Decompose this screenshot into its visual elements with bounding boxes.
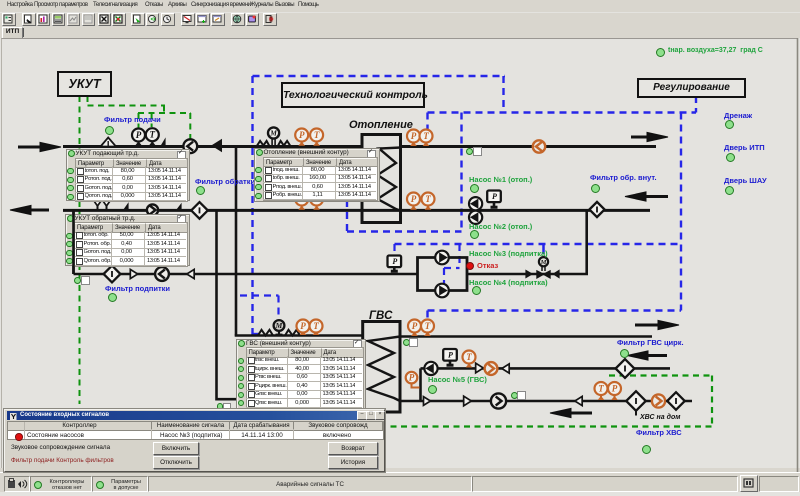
svg-text:T: T [425,194,431,204]
svg-text:P: P [409,372,415,382]
svg-text:P: P [300,321,306,331]
svg-text:P: P [136,130,142,140]
svg-text:P: P [612,383,618,393]
svg-text:M: M [275,321,283,330]
svg-text:M: M [269,129,277,138]
svg-text:P: P [411,131,417,141]
svg-text:T: T [150,130,156,140]
svg-text:T: T [423,131,429,141]
svg-text:P: P [411,194,417,204]
svg-text:T: T [466,352,472,362]
svg-text:M: M [540,259,547,266]
svg-text:T: T [314,130,320,140]
svg-text:T: T [425,321,431,331]
svg-text:T: T [313,321,319,331]
svg-text:T: T [598,383,604,393]
svg-text:P: P [412,321,418,331]
svg-text:P: P [392,257,397,266]
svg-text:P: P [448,351,453,360]
svg-text:P: P [299,130,305,140]
svg-text:P: P [492,192,497,201]
